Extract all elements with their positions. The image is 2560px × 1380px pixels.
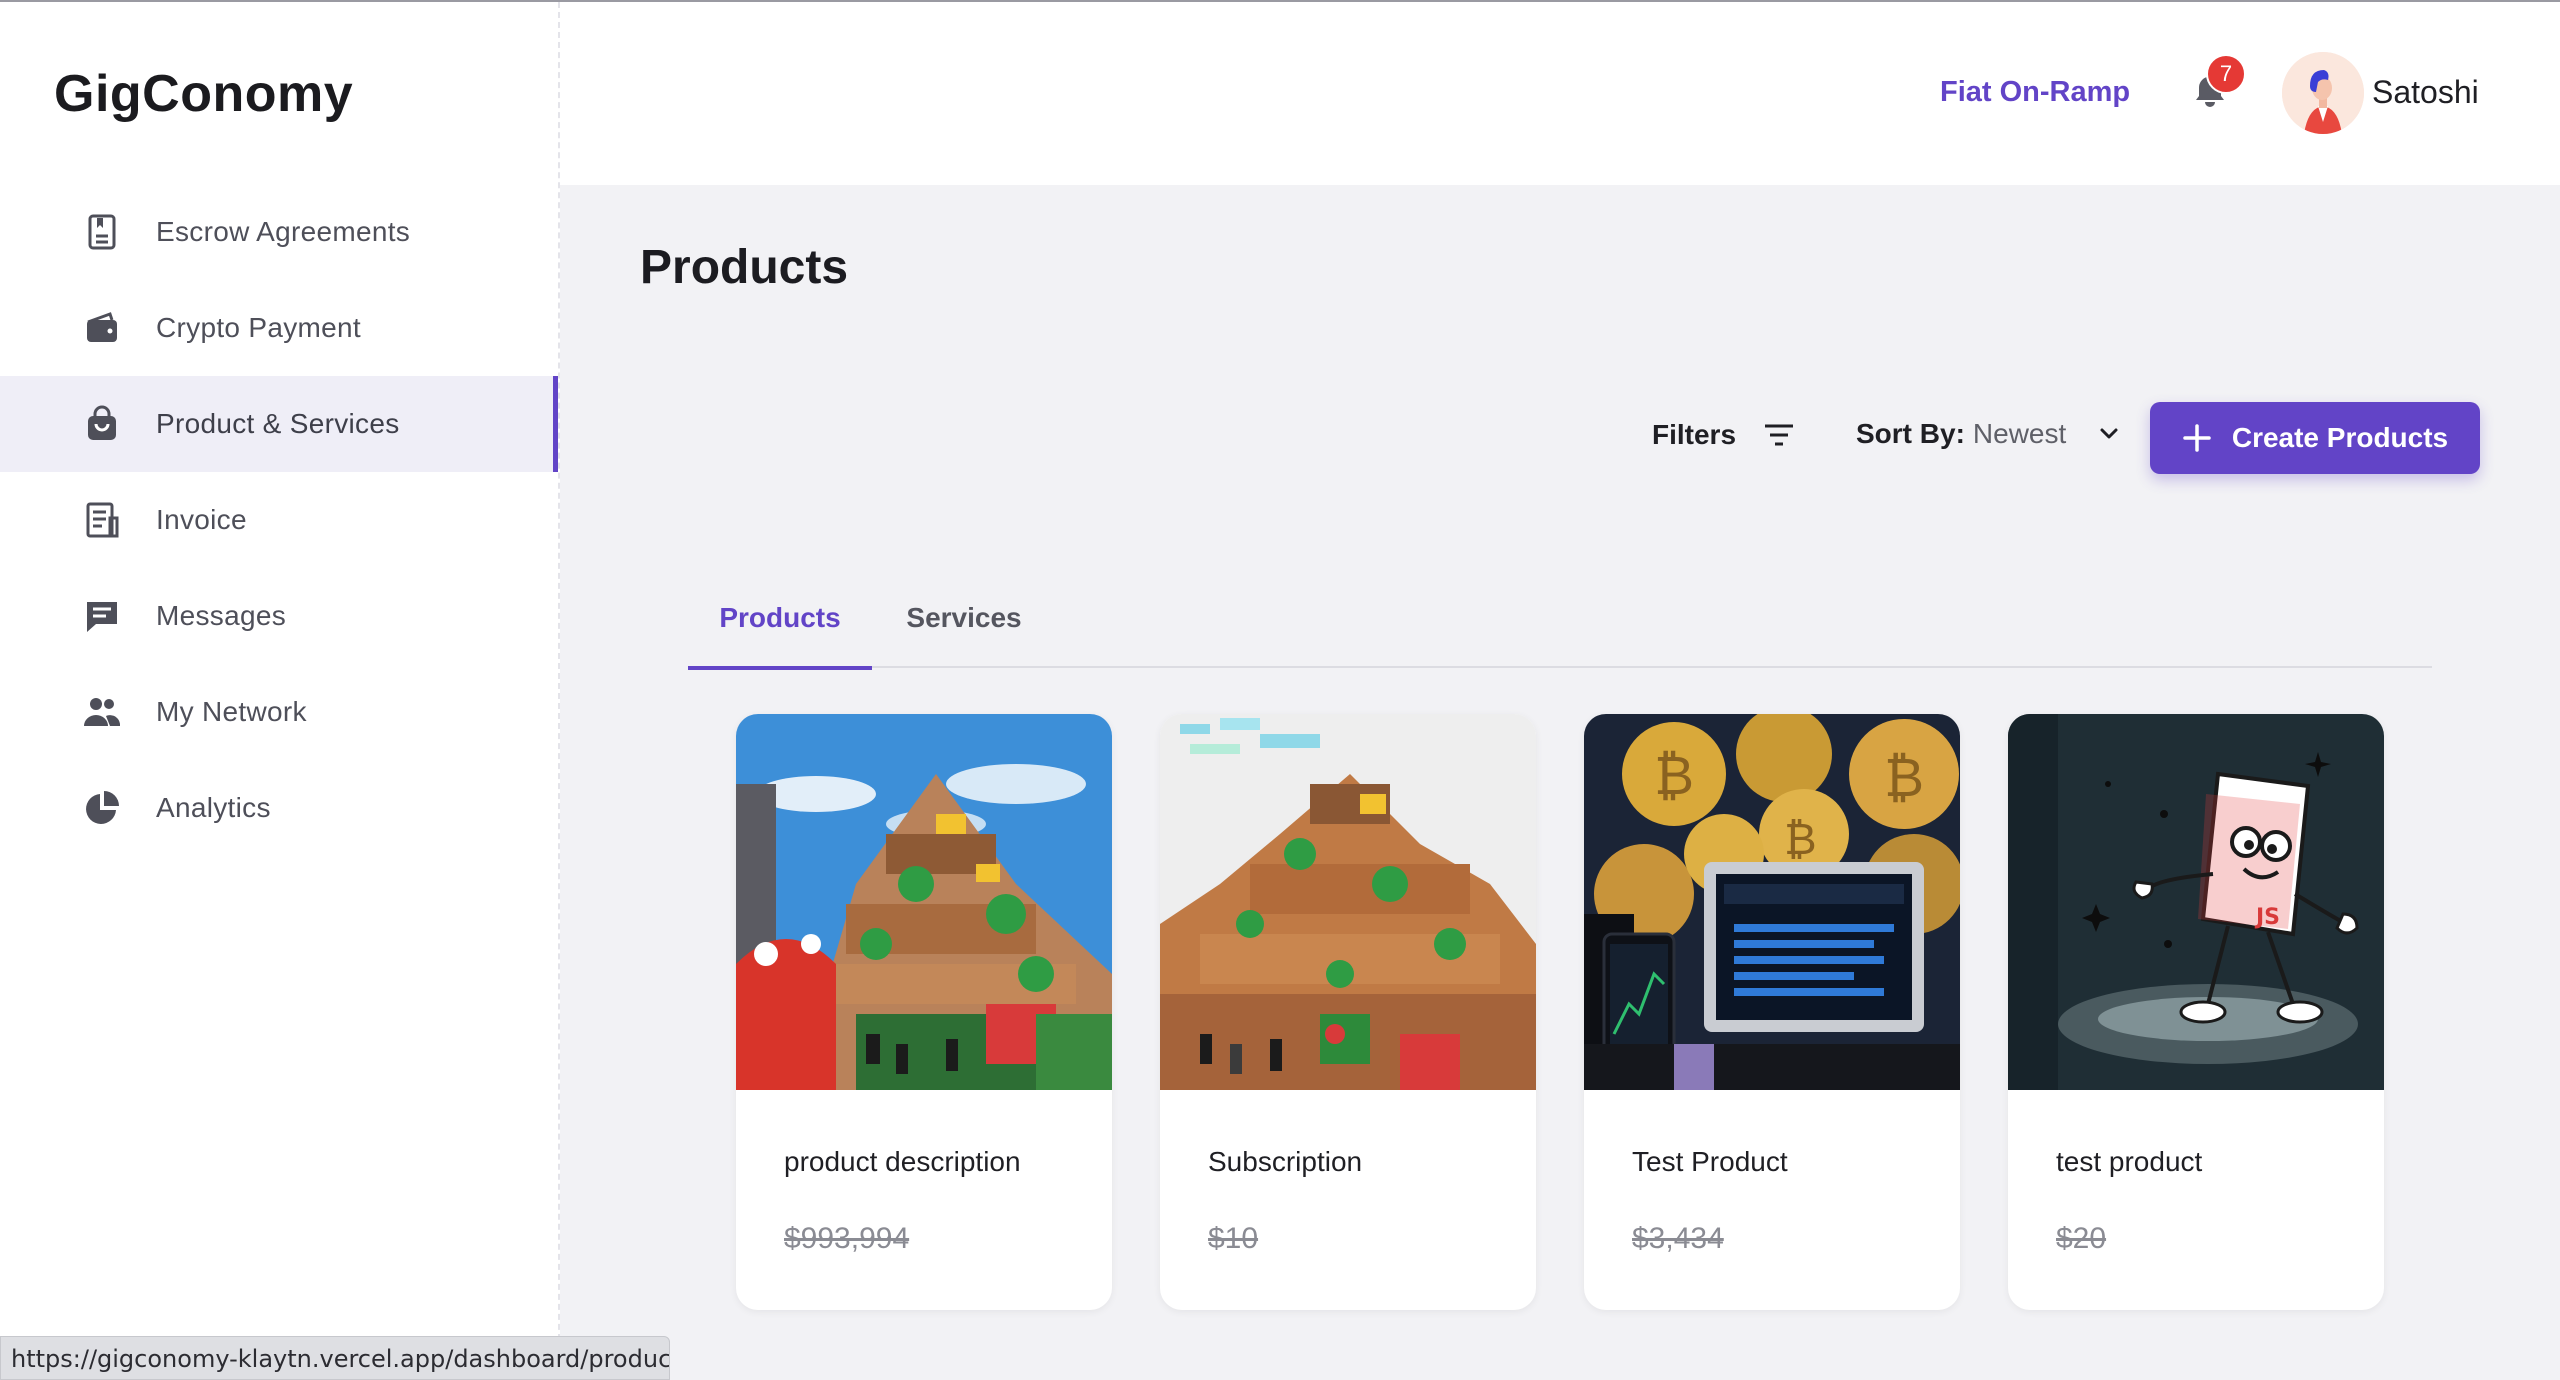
- people-icon: [82, 692, 122, 732]
- chat-icon: [82, 596, 122, 636]
- sidebar-item-my-network[interactable]: My Network: [0, 664, 558, 760]
- product-title: Subscription: [1208, 1146, 1363, 1177]
- sidebar-item-label: Product & Services: [156, 408, 400, 439]
- sidebar-item-escrow-agreements[interactable]: Escrow Agreements: [0, 184, 558, 280]
- product-price: $10: [1208, 1222, 1259, 1255]
- svg-text:₿: ₿: [1784, 814, 1817, 865]
- pie-chart-icon: [82, 788, 122, 828]
- filters-button[interactable]: Filters: [1652, 418, 1796, 452]
- sidebar-item-label: Invoice: [156, 504, 247, 535]
- sidebar-item-label: Escrow Agreements: [156, 216, 411, 247]
- sidebar-item-invoice[interactable]: Invoice: [0, 472, 558, 568]
- filter-lines-icon: [1762, 418, 1796, 452]
- sort-selected-value: Newest: [1972, 418, 2067, 449]
- product-image-js-character: JS: [2008, 714, 2384, 1090]
- product-price: $20: [2056, 1222, 2107, 1255]
- svg-text:JS: JS: [2254, 905, 2280, 930]
- sort-label: Sort By:: [1856, 418, 1965, 449]
- product-image-crypto-coins: ₿ ₿ ₿: [1584, 714, 1960, 1090]
- sidebar-item-messages[interactable]: Messages: [0, 568, 558, 664]
- product-card[interactable]: Subscription $10: [1160, 714, 1536, 1310]
- product-tabs: Products Services: [688, 600, 2432, 670]
- sort-dropdown[interactable]: Sort By: Newest: [1856, 418, 2122, 450]
- document-icon: [82, 212, 122, 252]
- status-bar-url: https://gigconomy-klaytn.vercel.app/dash…: [0, 1336, 670, 1380]
- plus-icon: [2182, 423, 2212, 453]
- window-top-border: [0, 0, 2560, 2]
- bag-icon: [82, 404, 122, 444]
- product-grid: product description $993,994 Subscriptio…: [736, 714, 2384, 1310]
- create-products-button[interactable]: Create Products: [2150, 402, 2480, 474]
- sidebar-item-analytics[interactable]: Analytics: [0, 760, 558, 856]
- product-price: $3,434: [1632, 1222, 1724, 1255]
- app-logo[interactable]: GigConomy: [54, 64, 353, 124]
- sidebar-item-product-services[interactable]: Product & Services: [0, 376, 558, 472]
- product-card[interactable]: ₿ ₿ ₿ Test Product $3,434: [1584, 714, 1960, 1310]
- product-image-castle-white: [1160, 714, 1536, 1090]
- sidebar-item-crypto-payment[interactable]: Crypto Payment: [0, 280, 558, 376]
- sidebar-nav: Escrow Agreements Crypto Payment Product…: [0, 184, 558, 856]
- svg-text:₿: ₿: [1654, 744, 1694, 807]
- product-card[interactable]: product description $993,994: [736, 714, 1112, 1310]
- product-price: $993,994: [784, 1222, 910, 1255]
- product-image-castle: [736, 714, 1112, 1090]
- product-card[interactable]: JS test product $20: [2008, 714, 2384, 1310]
- sidebar-item-label: Crypto Payment: [156, 312, 361, 343]
- sidebar-item-label: Messages: [156, 600, 287, 631]
- product-title: product description: [784, 1146, 1021, 1177]
- sidebar-item-label: Analytics: [156, 792, 271, 823]
- fiat-on-ramp-link[interactable]: Fiat On-Ramp: [1940, 76, 2130, 109]
- filters-label: Filters: [1652, 419, 1737, 450]
- invoice-icon: [82, 500, 122, 540]
- product-title: Test Product: [1632, 1146, 1788, 1177]
- tab-services[interactable]: Services: [894, 600, 1034, 668]
- sidebar-item-label: My Network: [156, 696, 307, 727]
- top-header: Fiat On-Ramp 7 Satoshi: [560, 2, 2560, 185]
- notification-count-badge: 7: [2206, 54, 2246, 94]
- username[interactable]: Satoshi: [2372, 74, 2479, 111]
- sidebar: GigConomy Escrow Agreements Crypto Payme…: [0, 2, 560, 1380]
- chevron-down-icon: [2096, 421, 2122, 447]
- wallet-icon: [82, 308, 122, 348]
- page-title: Products: [640, 241, 849, 294]
- product-title: test product: [2056, 1146, 2203, 1177]
- avatar[interactable]: [2282, 52, 2364, 134]
- tab-products[interactable]: Products: [688, 600, 872, 670]
- create-products-label: Create Products: [2231, 422, 2449, 453]
- svg-text:₿: ₿: [1884, 746, 1924, 809]
